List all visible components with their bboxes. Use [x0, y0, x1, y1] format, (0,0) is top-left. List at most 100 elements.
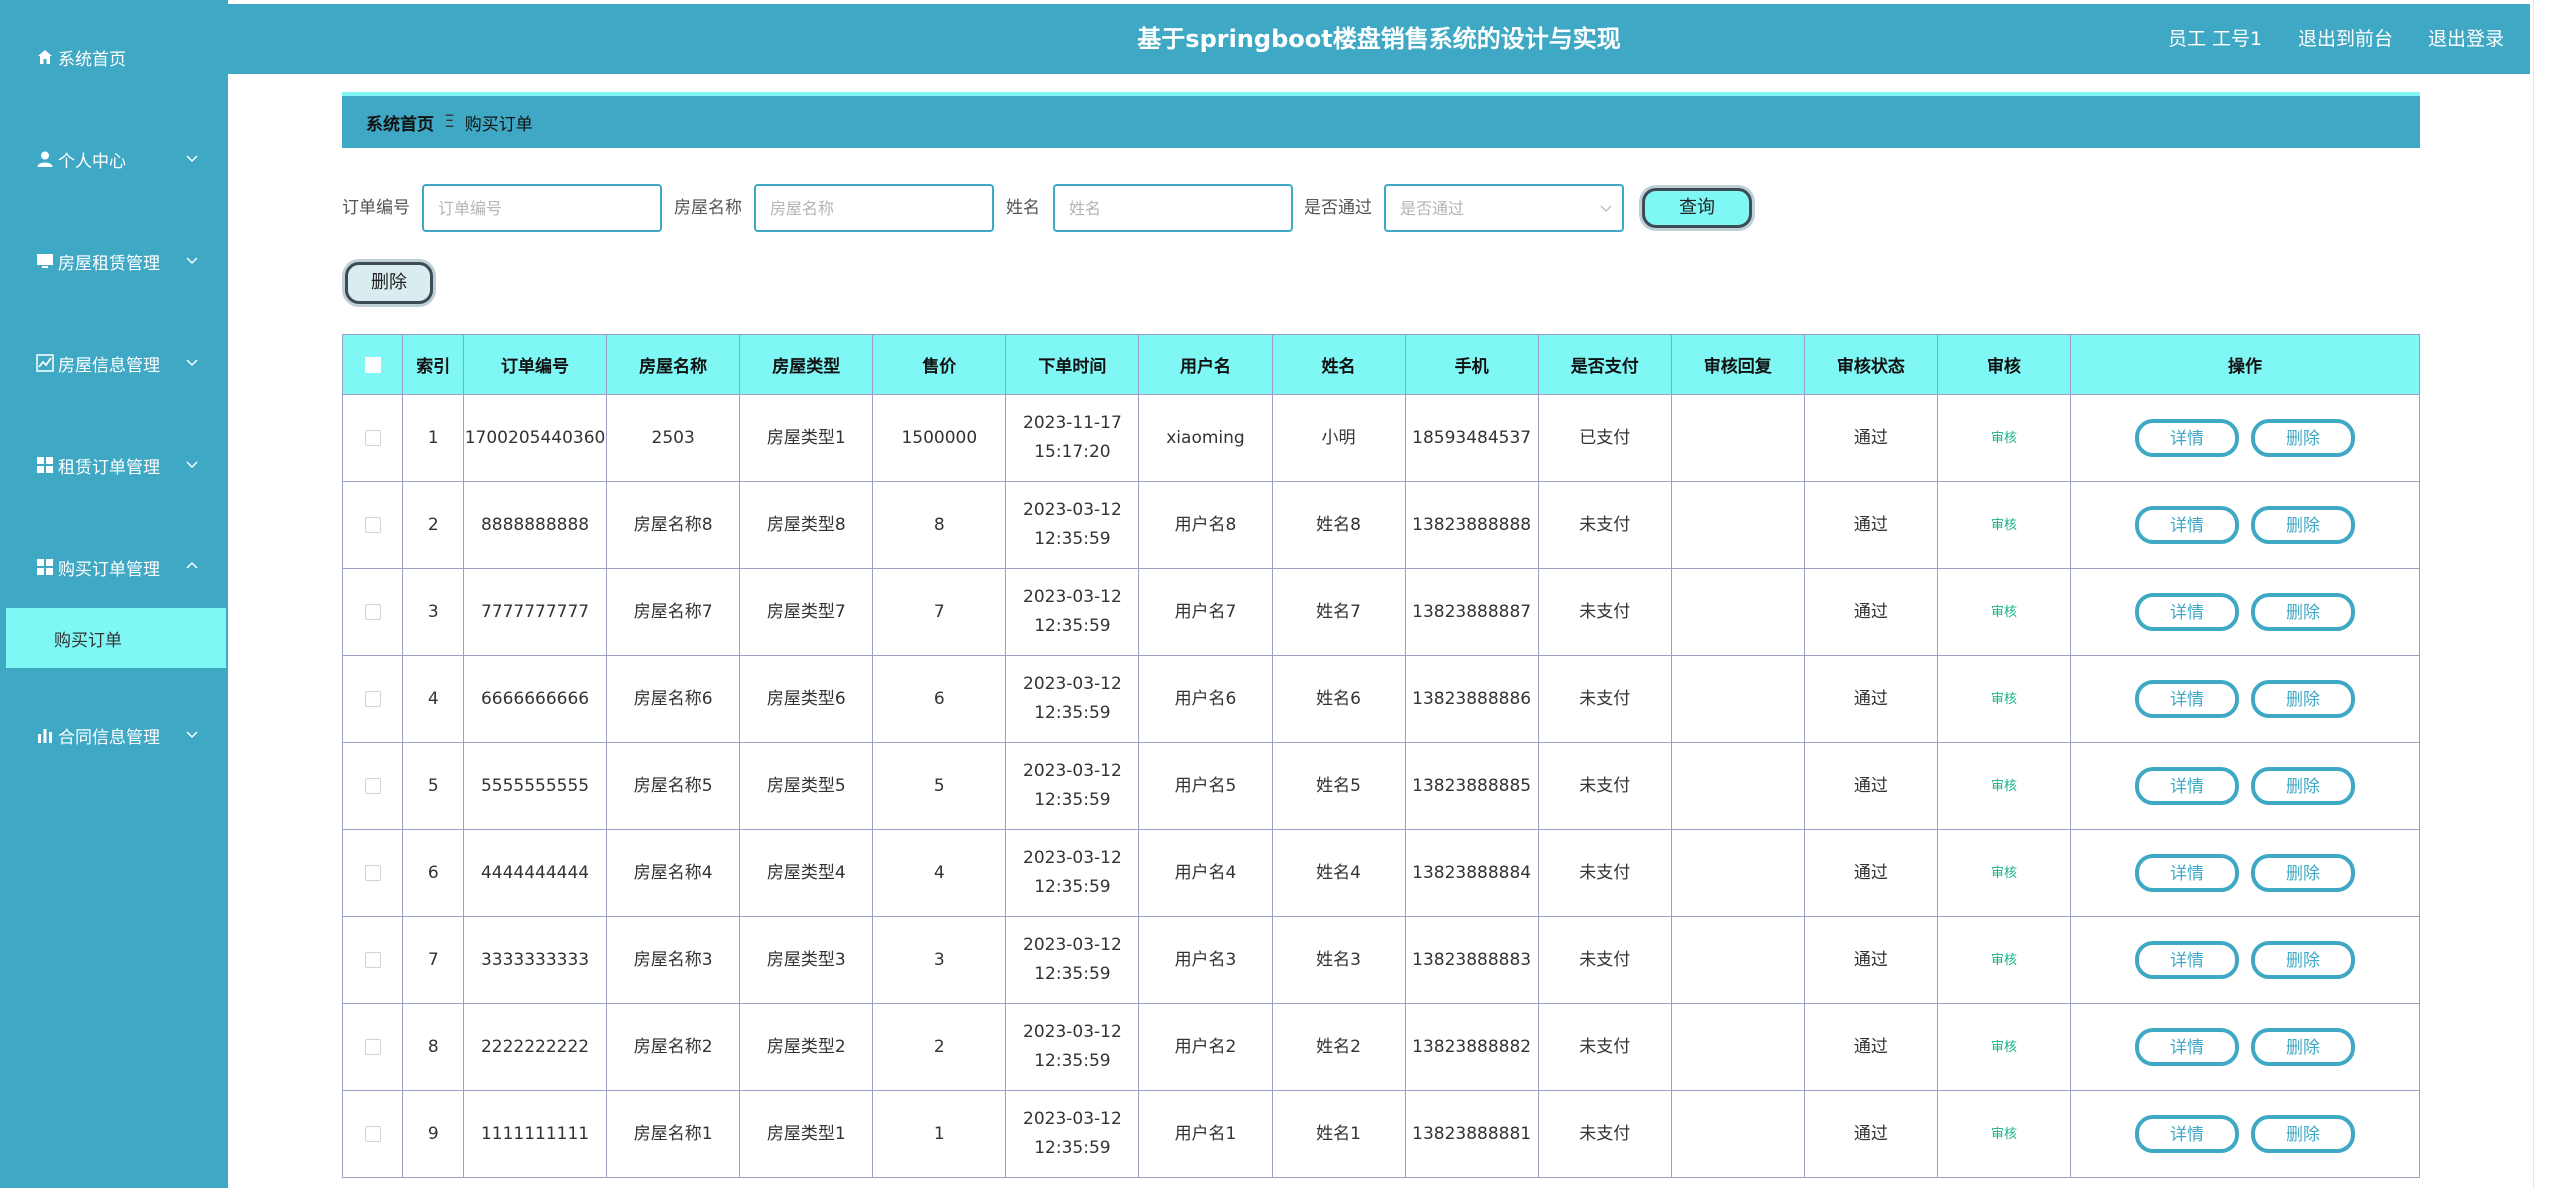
detail-button[interactable]: 详情 — [2134, 941, 2239, 979]
detail-button[interactable]: 详情 — [2134, 680, 2239, 718]
order-time-cell: 2023-03-12 12:35:59 — [1005, 481, 1140, 569]
audit-link[interactable]: 审核 — [1991, 1127, 2017, 1142]
house-name-input[interactable] — [754, 184, 994, 232]
audit-link[interactable]: 审核 — [1991, 1040, 2017, 1055]
audit-link[interactable]: 审核 — [1991, 605, 2017, 620]
bar-chart-icon — [36, 726, 54, 744]
order-time-cell: 2023-03-12 12:35:59 — [1005, 916, 1140, 1004]
sidebar-item-label: 房屋信息管理 — [58, 355, 160, 376]
name-cell: 姓名3 — [1271, 916, 1406, 1004]
audit-link[interactable]: 审核 — [1991, 866, 2017, 881]
table-row: 6 4444444444 房屋名称4 房屋类型4 4 2023-03-12 12:35:5… — [341, 829, 2421, 917]
house-type-cell: 房屋类型1 — [739, 394, 874, 482]
batch-delete-button[interactable]: 删除 — [345, 262, 433, 304]
sidebar-item-home[interactable]: 系统首页 — [0, 32, 228, 82]
approved-select[interactable] — [1384, 184, 1624, 232]
column-header: 操作 — [2069, 334, 2421, 395]
sidebar-item-purchase-orders[interactable]: 购买订单管理 — [0, 542, 228, 592]
sidebar-item-personal-center[interactable]: 个人中心 — [0, 134, 228, 184]
row-checkbox[interactable] — [341, 394, 404, 482]
row-checkbox[interactable] — [341, 481, 404, 569]
audit-link[interactable]: 审核 — [1991, 692, 2017, 707]
username-cell: 用户名5 — [1138, 742, 1273, 830]
actions-cell: 详情 删除 — [2069, 568, 2421, 656]
audit-cell: 审核 — [1936, 1090, 2071, 1178]
breadcrumb-home[interactable]: 系统首页 — [366, 110, 434, 135]
detail-button[interactable]: 详情 — [2134, 854, 2239, 892]
delete-button[interactable]: 删除 — [2250, 941, 2355, 979]
payment-status-cell: 未支付 — [1537, 655, 1672, 743]
sidebar-item-contract-info[interactable]: 合同信息管理 — [0, 710, 228, 760]
actions-cell: 详情 删除 — [2069, 1003, 2421, 1091]
delete-button[interactable]: 删除 — [2250, 1028, 2355, 1066]
username-cell: 用户名4 — [1138, 829, 1273, 917]
actions-cell: 详情 删除 — [2069, 481, 2421, 569]
audit-cell: 审核 — [1936, 655, 2071, 743]
approved-label: 是否通过 — [1304, 198, 1372, 218]
audit-link[interactable]: 审核 — [1991, 953, 2017, 968]
orders-table: 索引 订单编号 房屋名称 房屋类型 售价 下单时间 用户名 姓名 手机 是否支付… — [341, 334, 2421, 1178]
audit-status-cell: 通过 — [1803, 829, 1938, 917]
name-cell: 姓名1 — [1271, 1090, 1406, 1178]
phone-cell: 13823888886 — [1404, 655, 1539, 743]
select-all-checkbox[interactable] — [341, 334, 404, 395]
name-input[interactable] — [1053, 184, 1293, 232]
row-index: 3 — [402, 568, 464, 656]
audit-cell: 审核 — [1936, 568, 2071, 656]
sidebar-item-rental-orders[interactable]: 租赁订单管理 — [0, 440, 228, 490]
column-header: 手机 — [1404, 334, 1539, 395]
detail-button[interactable]: 详情 — [2134, 1028, 2239, 1066]
home-icon — [36, 48, 54, 66]
house-name-cell: 房屋名称8 — [606, 481, 741, 569]
row-checkbox[interactable] — [341, 655, 404, 743]
phone-cell: 13823888887 — [1404, 568, 1539, 656]
exit-to-front-link[interactable]: 退出到前台 — [2298, 4, 2393, 74]
delete-button[interactable]: 删除 — [2250, 854, 2355, 892]
sidebar-subitem-purchase-order[interactable]: 购买订单 — [6, 608, 226, 668]
query-button[interactable]: 查询 — [1642, 188, 1752, 228]
order-time-cell: 2023-03-12 12:35:59 — [1005, 1090, 1140, 1178]
logout-link[interactable]: 退出登录 — [2428, 4, 2504, 74]
breadcrumb-separator: Ξ — [444, 112, 455, 132]
delete-button[interactable]: 删除 — [2250, 593, 2355, 631]
audit-reply-cell — [1670, 568, 1805, 656]
audit-link[interactable]: 审核 — [1991, 779, 2017, 794]
row-checkbox[interactable] — [341, 916, 404, 1004]
detail-button[interactable]: 详情 — [2134, 593, 2239, 631]
delete-button[interactable]: 删除 — [2250, 506, 2355, 544]
delete-button[interactable]: 删除 — [2250, 419, 2355, 457]
order-no-label: 订单编号 — [342, 198, 410, 218]
row-checkbox[interactable] — [341, 1003, 404, 1091]
chevron-down-icon — [186, 155, 198, 163]
detail-button[interactable]: 详情 — [2134, 419, 2239, 457]
audit-link[interactable]: 审核 — [1991, 431, 2017, 446]
username-cell: 用户名8 — [1138, 481, 1273, 569]
page-scrollbar[interactable] — [2533, 0, 2559, 1188]
row-checkbox[interactable] — [341, 568, 404, 656]
order-number-cell: 3333333333 — [462, 916, 608, 1004]
detail-button[interactable]: 详情 — [2134, 506, 2239, 544]
house-name-cell: 房屋名称5 — [606, 742, 741, 830]
grid-icon — [36, 558, 54, 576]
sidebar-item-house-info[interactable]: 房屋信息管理 — [0, 338, 228, 388]
user-icon — [36, 150, 54, 168]
column-header: 房屋名称 — [606, 334, 741, 395]
row-checkbox[interactable] — [341, 1090, 404, 1178]
sidebar-item-house-rental[interactable]: 房屋租赁管理 — [0, 236, 228, 286]
chevron-down-icon — [1600, 205, 1612, 212]
detail-button[interactable]: 详情 — [2134, 1115, 2239, 1153]
detail-button[interactable]: 详情 — [2134, 767, 2239, 805]
row-index: 5 — [402, 742, 464, 830]
row-checkbox[interactable] — [341, 829, 404, 917]
phone-cell: 13823888885 — [1404, 742, 1539, 830]
audit-link[interactable]: 审核 — [1991, 518, 2017, 533]
order-time-cell: 2023-03-12 12:35:59 — [1005, 568, 1140, 656]
order-no-input[interactable] — [422, 184, 662, 232]
delete-button[interactable]: 删除 — [2250, 1115, 2355, 1153]
delete-button[interactable]: 删除 — [2250, 767, 2355, 805]
username-cell: 用户名2 — [1138, 1003, 1273, 1091]
delete-button[interactable]: 删除 — [2250, 680, 2355, 718]
row-checkbox[interactable] — [341, 742, 404, 830]
column-header: 审核状态 — [1803, 334, 1938, 395]
column-header: 用户名 — [1138, 334, 1273, 395]
